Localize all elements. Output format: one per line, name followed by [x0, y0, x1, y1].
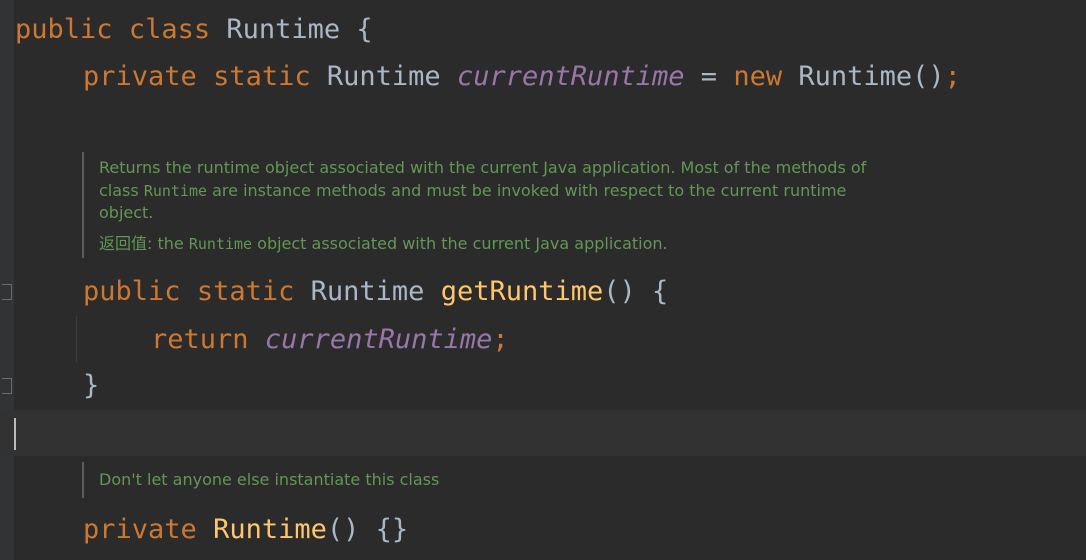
fold-close-icon[interactable]	[2, 378, 12, 394]
doc-code: Runtime	[188, 234, 253, 253]
close-brace: }	[83, 370, 100, 401]
doc-text: class	[99, 180, 144, 200]
indent-guide	[76, 316, 77, 362]
open-brace: {	[652, 276, 669, 307]
doc-line: Don't let anyone else instantiate this c…	[99, 470, 440, 489]
assign-operator: =	[700, 61, 718, 92]
semicolon: ;	[492, 324, 509, 355]
class-name: Runtime	[226, 14, 341, 45]
code-line-close-brace[interactable]: }	[83, 363, 99, 409]
keyword-private: private	[83, 514, 197, 545]
keyword-public: public	[15, 14, 113, 45]
doc-return-line: 返回值: the Runtime object associated with …	[99, 233, 866, 255]
parens: ()	[326, 514, 360, 545]
constructor-name: Runtime	[213, 514, 327, 545]
keyword-static: static	[196, 276, 295, 307]
current-line-highlight	[0, 410, 1086, 456]
doc-line-1: Returns the runtime object associated wi…	[99, 158, 867, 177]
doc-text: object associated with the current Java …	[252, 233, 668, 253]
code-line-class-declaration[interactable]: public class Runtime {	[15, 7, 373, 53]
text-caret	[14, 418, 16, 450]
doc-text: the	[152, 233, 189, 253]
code-line-return[interactable]: return currentRuntime;	[151, 317, 509, 363]
doc-line-3: object.	[99, 203, 154, 222]
comment-constructor[interactable]: Don't let anyone else instantiate this c…	[82, 462, 439, 498]
return-label: 返回值:	[99, 233, 153, 253]
return-type: Runtime	[310, 276, 425, 307]
keyword-static: static	[213, 61, 311, 92]
constructor-call: Runtime	[798, 61, 913, 92]
type-name: Runtime	[326, 61, 441, 92]
doc-line-2: class Runtime are instance methods and m…	[99, 180, 866, 203]
doc-text: are instance methods and must be invoked…	[207, 180, 847, 200]
open-brace: {	[356, 14, 373, 45]
parens: ()	[603, 276, 636, 307]
doc-code: Runtime	[143, 181, 208, 200]
keyword-public: public	[83, 276, 181, 307]
editor-gutter[interactable]	[0, 0, 14, 560]
method-name: getRuntime	[440, 276, 604, 307]
code-line-method-declaration[interactable]: public static Runtime getRuntime() {	[83, 269, 668, 315]
field-name: currentRuntime	[264, 324, 493, 355]
braces: {}	[375, 514, 409, 545]
code-line-constructor[interactable]: private Runtime() {}	[83, 507, 408, 553]
keyword-new: new	[733, 61, 783, 92]
parens: ()	[912, 61, 945, 92]
keyword-class: class	[128, 14, 211, 45]
keyword-return: return	[151, 324, 249, 355]
code-line-field-declaration[interactable]: private static Runtime currentRuntime = …	[83, 54, 961, 100]
keyword-private: private	[83, 61, 197, 92]
field-name: currentRuntime	[456, 61, 685, 92]
semicolon: ;	[944, 61, 961, 92]
javadoc-get-runtime[interactable]: Returns the runtime object associated wi…	[82, 152, 866, 258]
fold-open-icon[interactable]	[2, 284, 12, 300]
